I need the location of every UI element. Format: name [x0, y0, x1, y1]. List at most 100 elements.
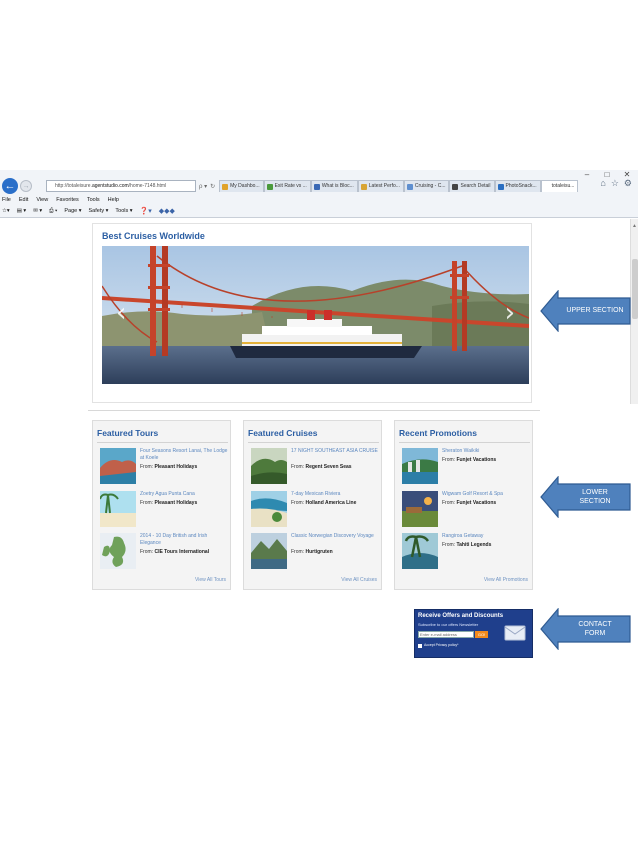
item-title-link[interactable]: 17 NIGHT SOUTHEAST ASIA CRUISE — [291, 448, 379, 455]
item-title-link[interactable]: Zoetry Agua Punta Cana — [140, 491, 228, 498]
from-label: From: — [291, 549, 305, 555]
address-bar[interactable]: http://totaleisure.agentstudio.com/home-… — [46, 180, 196, 192]
slideshow-next-button[interactable]: › — [505, 298, 515, 328]
address-icons: ρ ▾ ↻ — [199, 183, 215, 190]
callout-line: CONTACT — [578, 621, 612, 628]
cruise-thumbnail[interactable] — [251, 533, 287, 569]
menu-item-tools[interactable]: Tools — [87, 197, 100, 203]
refresh-icon[interactable]: ↻ — [210, 183, 215, 190]
item-title-link[interactable]: Rangiroa Getaway — [442, 533, 530, 540]
promotion-thumbnail[interactable] — [402, 491, 438, 527]
search-dropdown-icon[interactable]: ρ ▾ — [199, 183, 207, 190]
tab-favicon-icon — [406, 183, 413, 190]
tab-label: Search Detail — [460, 183, 491, 189]
provider-name: Pleasant Holidays — [154, 500, 198, 506]
item-title-link[interactable]: Sheraton Waikiki — [442, 448, 530, 455]
tab-favicon-icon — [266, 183, 273, 190]
feeds-icon[interactable]: ▤ ▾ — [17, 208, 27, 214]
arrow-right-icon: → — [22, 182, 30, 190]
cruise-thumbnail[interactable] — [251, 491, 287, 527]
back-button[interactable]: ← — [2, 178, 18, 194]
browser-tab[interactable]: Search Detail — [449, 180, 495, 192]
provider-name: Regent Seven Seas — [305, 464, 352, 470]
item-title-link[interactable]: 7-day Mexican Riviera — [291, 491, 379, 498]
favorites-star-icon[interactable]: ☆ — [611, 178, 619, 189]
privacy-policy-label[interactable]: Accept Privacy policy* — [424, 643, 458, 647]
callout-label: UPPER SECTION — [566, 307, 624, 314]
tab-label: Cruising - C... — [414, 183, 446, 189]
browser-tab[interactable]: Cruising - C... — [403, 180, 450, 192]
from-label: From: — [140, 500, 154, 506]
from-label: From: — [291, 464, 305, 470]
browser-tab[interactable]: totaleisu... — [540, 180, 579, 192]
lower-section-callout: LOWER SECTION — [540, 476, 632, 518]
menu-item-file[interactable]: File — [2, 197, 11, 203]
mail-icon[interactable]: ✉ ▾ — [33, 208, 42, 214]
view-all-tours-link[interactable]: View All Tours — [195, 577, 226, 583]
tab-favicon-icon — [360, 183, 367, 190]
tab-favicon-icon — [543, 183, 550, 190]
browser-tab[interactable]: What is Bloc... — [310, 180, 358, 192]
provider-name: Hurtigruten — [305, 549, 333, 555]
page-menu[interactable]: Page ▾ — [64, 208, 81, 214]
view-all-promotions-link[interactable]: View All Promotions — [484, 577, 528, 583]
menu-item-help[interactable]: Help — [108, 197, 119, 203]
home-icon[interactable]: ⌂ — [600, 178, 605, 189]
item-title-link[interactable]: Wigwam Golf Resort & Spa — [442, 491, 530, 498]
provider-name: CIE Tours International — [154, 549, 210, 555]
provider-name: Funjet Vacations — [456, 457, 497, 463]
privacy-checkbox[interactable] — [418, 644, 422, 648]
email-field[interactable]: Enter e-mail address — [418, 631, 474, 638]
gear-icon[interactable]: ⚙ — [624, 178, 632, 189]
item-provider: From: Pleasant Holidays — [140, 500, 197, 506]
item-title-link[interactable]: 2014 - 10 Day British and Irish Elegance — [140, 533, 228, 546]
help-icon[interactable]: ❓▾ — [140, 207, 152, 215]
featured-tours-panel: Featured Tours Four Seasons Resort Lanai… — [92, 420, 231, 590]
browser-tab[interactable]: PhotoSnack... — [494, 180, 541, 192]
menu-item-favorites[interactable]: Favorites — [56, 197, 79, 203]
forward-button[interactable]: → — [20, 180, 32, 192]
tab-favicon-icon — [497, 183, 504, 190]
browser-chrome: – □ ✕ ← → http://totaleisure.agentstudio… — [0, 170, 638, 218]
featured-tours-title: Featured Tours — [97, 428, 159, 438]
tab-label: What is Bloc... — [321, 183, 354, 189]
menu-item-edit[interactable]: Edit — [19, 197, 28, 203]
hero-slideshow-image[interactable]: ‹ › — [102, 246, 529, 384]
tour-thumbnail[interactable] — [100, 448, 136, 484]
promotion-thumbnail[interactable] — [402, 533, 438, 569]
slideshow-prev-button[interactable]: ‹ — [116, 298, 126, 328]
callout-line: SECTION — [579, 498, 611, 505]
view-all-cruises-link[interactable]: View All Cruises — [341, 577, 377, 583]
newsletter-subtitle: Subscribe to our offers Newsletter — [418, 622, 479, 627]
tab-favicon-icon — [313, 183, 320, 190]
callout-label: LOWER SECTION — [560, 488, 630, 506]
from-label: From: — [442, 457, 456, 463]
envelope-icon — [504, 625, 526, 641]
safety-menu[interactable]: Safety ▾ — [89, 208, 109, 214]
menu-item-view[interactable]: View — [36, 197, 48, 203]
recent-promotions-title: Recent Promotions — [399, 428, 477, 438]
from-label: From: — [140, 549, 154, 555]
best-cruises-title: Best Cruises Worldwide — [102, 231, 205, 241]
scroll-up-icon[interactable]: ▲ — [632, 223, 637, 229]
browser-tab[interactable]: Latest Perfo... — [357, 180, 404, 192]
newsletter-signup-form: Receive Offers and Discounts Subscribe t… — [414, 609, 533, 658]
add-favorites-icon[interactable]: ☆▾ — [2, 208, 10, 214]
print-icon[interactable]: ⎙ ▾ — [49, 208, 57, 215]
tab-favicon-icon — [222, 183, 229, 190]
item-title-link[interactable]: Classic Norwegian Discovery Voyage — [291, 533, 379, 540]
item-title-link[interactable]: Four Seasons Resort Lanai, The Lodge at … — [140, 448, 228, 461]
tools-menu[interactable]: Tools ▾ — [115, 208, 132, 214]
promotion-thumbnail[interactable] — [402, 448, 438, 484]
item-provider: From: Hurtigruten — [291, 549, 333, 555]
subscribe-button[interactable]: GO! — [475, 631, 488, 638]
extension-icons[interactable]: ◆◆◆ — [159, 207, 175, 215]
tour-thumbnail[interactable] — [100, 491, 136, 527]
browser-tab[interactable]: My Dashbo... — [219, 180, 264, 192]
scrollbar-thumb[interactable] — [632, 259, 638, 319]
browser-tab[interactable]: Exit Rate vs ... — [263, 180, 311, 192]
upper-section: Best Cruises Worldwide ‹ › — [92, 223, 532, 403]
cruise-thumbnail[interactable] — [251, 448, 287, 484]
tab-favicon-icon — [452, 183, 459, 190]
tour-thumbnail[interactable] — [100, 533, 136, 569]
